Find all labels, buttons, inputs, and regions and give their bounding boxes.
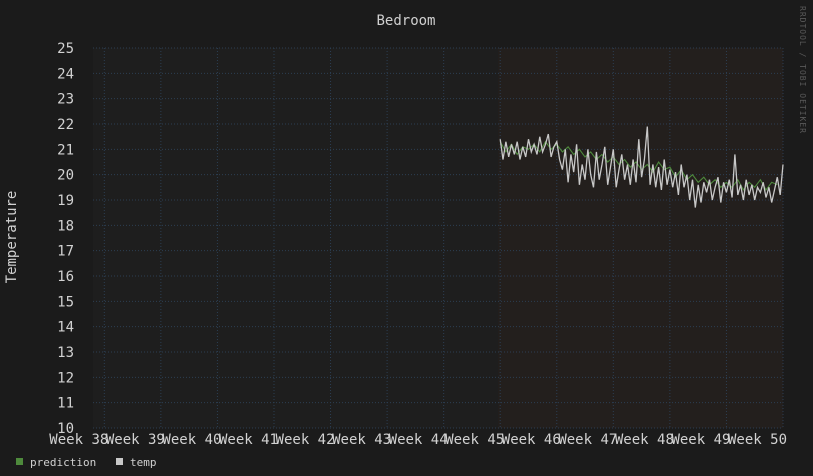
chart: Bedroom RRDTOOL / TOBI OETIKER Temperatu…	[0, 0, 813, 476]
x-tick-label: Week 43	[332, 432, 391, 448]
y-tick-label: 24	[57, 66, 74, 82]
x-tick-label: Week 49	[671, 432, 730, 448]
x-axis-ticks: Week 38Week 39Week 40Week 41Week 42Week …	[49, 432, 787, 448]
legend-label-prediction: prediction	[30, 456, 96, 469]
y-tick-label: 14	[57, 320, 74, 336]
x-tick-label: Week 48	[615, 432, 674, 448]
y-tick-label: 18	[57, 218, 74, 234]
y-axis-label: Temperature	[4, 191, 20, 284]
x-tick-label: Week 38	[49, 432, 108, 448]
y-tick-label: 19	[57, 193, 74, 209]
chart-title: Bedroom	[376, 13, 435, 29]
legend-swatch-prediction	[16, 458, 23, 465]
y-tick-label: 25	[57, 41, 74, 57]
watermark: RRDTOOL / TOBI OETIKER	[798, 6, 807, 134]
y-tick-label: 21	[57, 142, 74, 158]
y-tick-label: 23	[57, 92, 74, 108]
y-tick-label: 15	[57, 294, 74, 310]
x-tick-label: Week 50	[728, 432, 787, 448]
y-tick-label: 13	[57, 345, 74, 361]
x-tick-label: Week 40	[162, 432, 221, 448]
y-tick-label: 11	[57, 396, 74, 412]
y-tick-label: 16	[57, 269, 74, 285]
y-tick-label: 20	[57, 168, 74, 184]
data-region	[498, 48, 783, 428]
x-tick-label: Week 47	[558, 432, 617, 448]
legend-swatch-temp	[116, 458, 123, 465]
x-tick-label: Week 44	[389, 432, 448, 448]
x-tick-label: Week 42	[276, 432, 335, 448]
x-tick-label: Week 45	[445, 432, 504, 448]
y-tick-label: 17	[57, 244, 74, 260]
legend-label-temp: temp	[130, 456, 157, 469]
x-tick-label: Week 39	[106, 432, 165, 448]
y-tick-label: 12	[57, 370, 74, 386]
legend: prediction temp	[16, 456, 157, 469]
y-tick-label: 22	[57, 117, 74, 133]
x-tick-label: Week 46	[502, 432, 561, 448]
x-tick-label: Week 41	[219, 432, 278, 448]
